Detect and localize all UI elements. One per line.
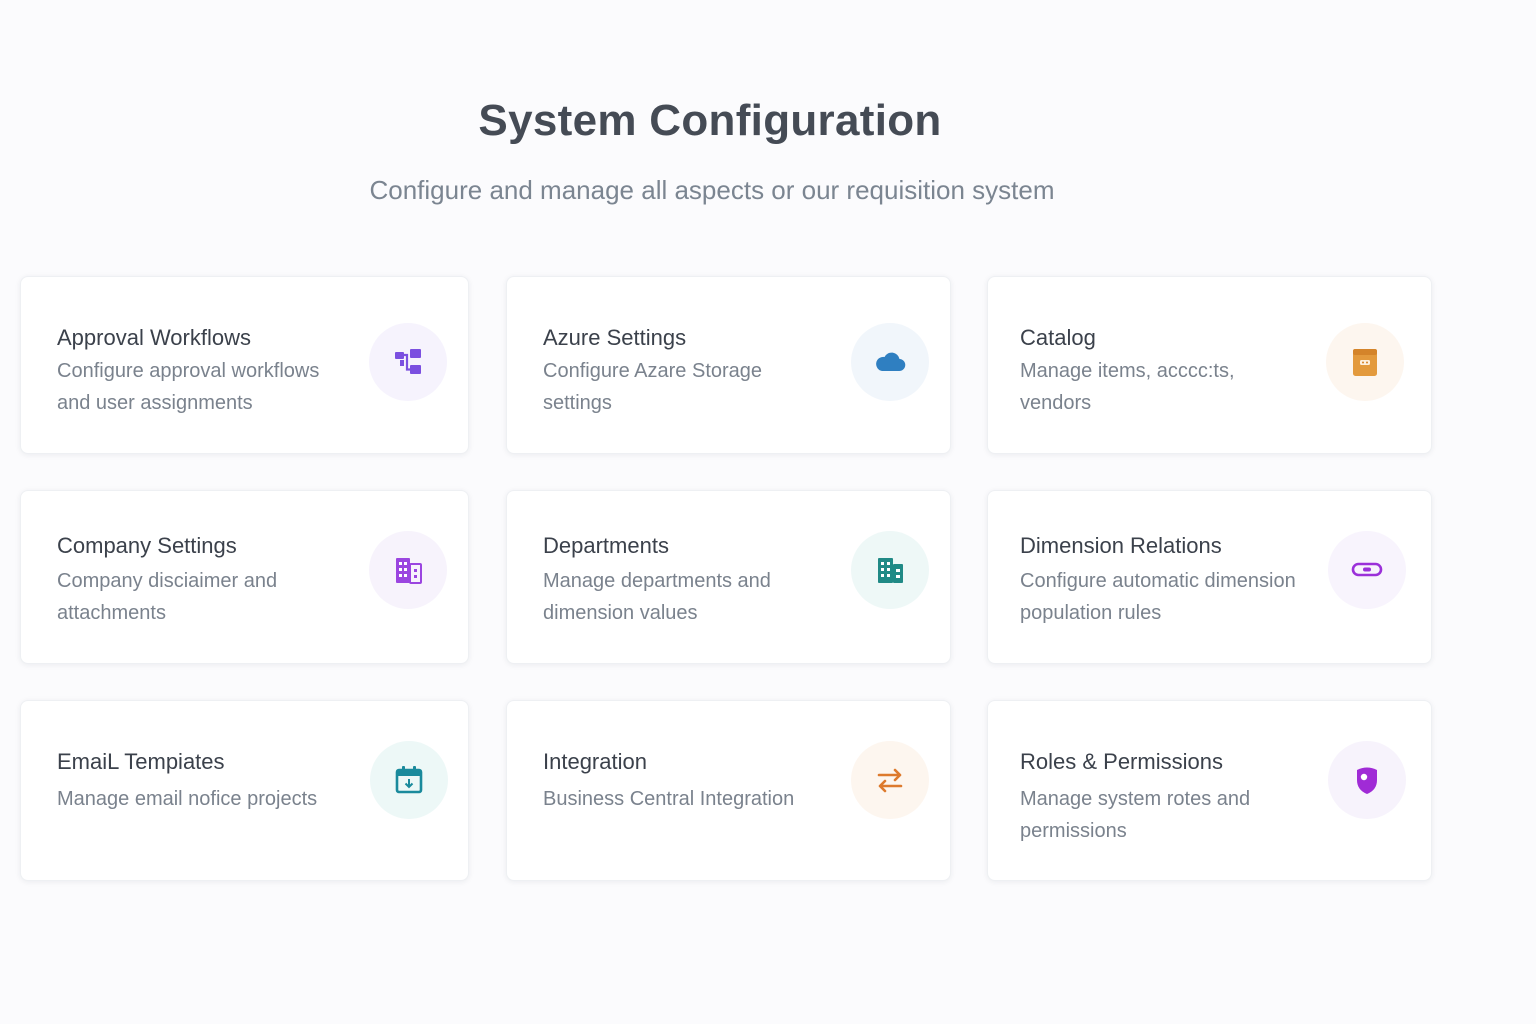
card-departments[interactable]: Departments Manage departments and dimen… <box>506 490 951 664</box>
card-description: Configure Azare Storage settings <box>543 360 763 414</box>
page-subtitle: Configure and manage all aspects or our … <box>369 175 1055 205</box>
card-title: Company Settings <box>57 533 237 558</box>
card-description: Manage system rotes and permissions <box>1020 788 1251 842</box>
system-configuration-page: System Configuration Configure and manag… <box>0 0 1536 1024</box>
shield-icon <box>1328 741 1406 819</box>
link-icon <box>1328 531 1406 609</box>
card-title: EmaiL Tempiates <box>57 749 225 774</box>
card-description: Company disciaimer and attachments <box>57 570 278 624</box>
catalog-box-icon <box>1326 323 1404 401</box>
card-description: Manage items, acccc:ts, vendors <box>1020 360 1235 414</box>
card-roles-permissions[interactable]: Roles & Permissions Manage system rotes … <box>987 700 1432 881</box>
workflow-icon <box>369 323 447 401</box>
card-description: Business Central Integration <box>543 788 795 810</box>
cloud-icon <box>851 323 929 401</box>
card-title: Integration <box>543 749 647 774</box>
card-description: Manage departments and dimension values <box>543 570 771 624</box>
departments-building-icon <box>851 531 929 609</box>
card-title: Azure Settings <box>543 325 687 350</box>
card-description: Configure automatic dimension population… <box>1020 570 1296 624</box>
swap-arrows-icon <box>851 741 929 819</box>
card-title: Dimension Relations <box>1020 533 1222 558</box>
card-email-templates[interactable]: EmaiL Tempiates Manage email nofice proj… <box>20 700 469 881</box>
card-company-settings[interactable]: Company Settings Company disciaimer and … <box>20 490 469 664</box>
card-approval-workflows[interactable]: Approval Workflows Configure approval wo… <box>20 276 469 454</box>
card-integration[interactable]: Integration Business Central Integration <box>506 700 951 881</box>
company-building-icon <box>369 531 447 609</box>
card-title: Departments <box>543 533 669 558</box>
card-description: Configure approval workflows and user as… <box>57 360 320 414</box>
calendar-icon <box>370 741 448 819</box>
card-title: Roles & Permissions <box>1020 749 1223 774</box>
page-title: System Configuration <box>478 96 942 145</box>
card-title: Approval Workflows <box>57 325 251 350</box>
card-catalog[interactable]: Catalog Manage items, acccc:ts, vendors <box>987 276 1432 454</box>
card-azure-settings[interactable]: Azure Settings Configure Azare Storage s… <box>506 276 951 454</box>
card-dimension-relations[interactable]: Dimension Relations Configure automatic … <box>987 490 1432 664</box>
card-description: Manage email nofice projects <box>57 788 318 810</box>
card-title: Catalog <box>1020 325 1096 350</box>
